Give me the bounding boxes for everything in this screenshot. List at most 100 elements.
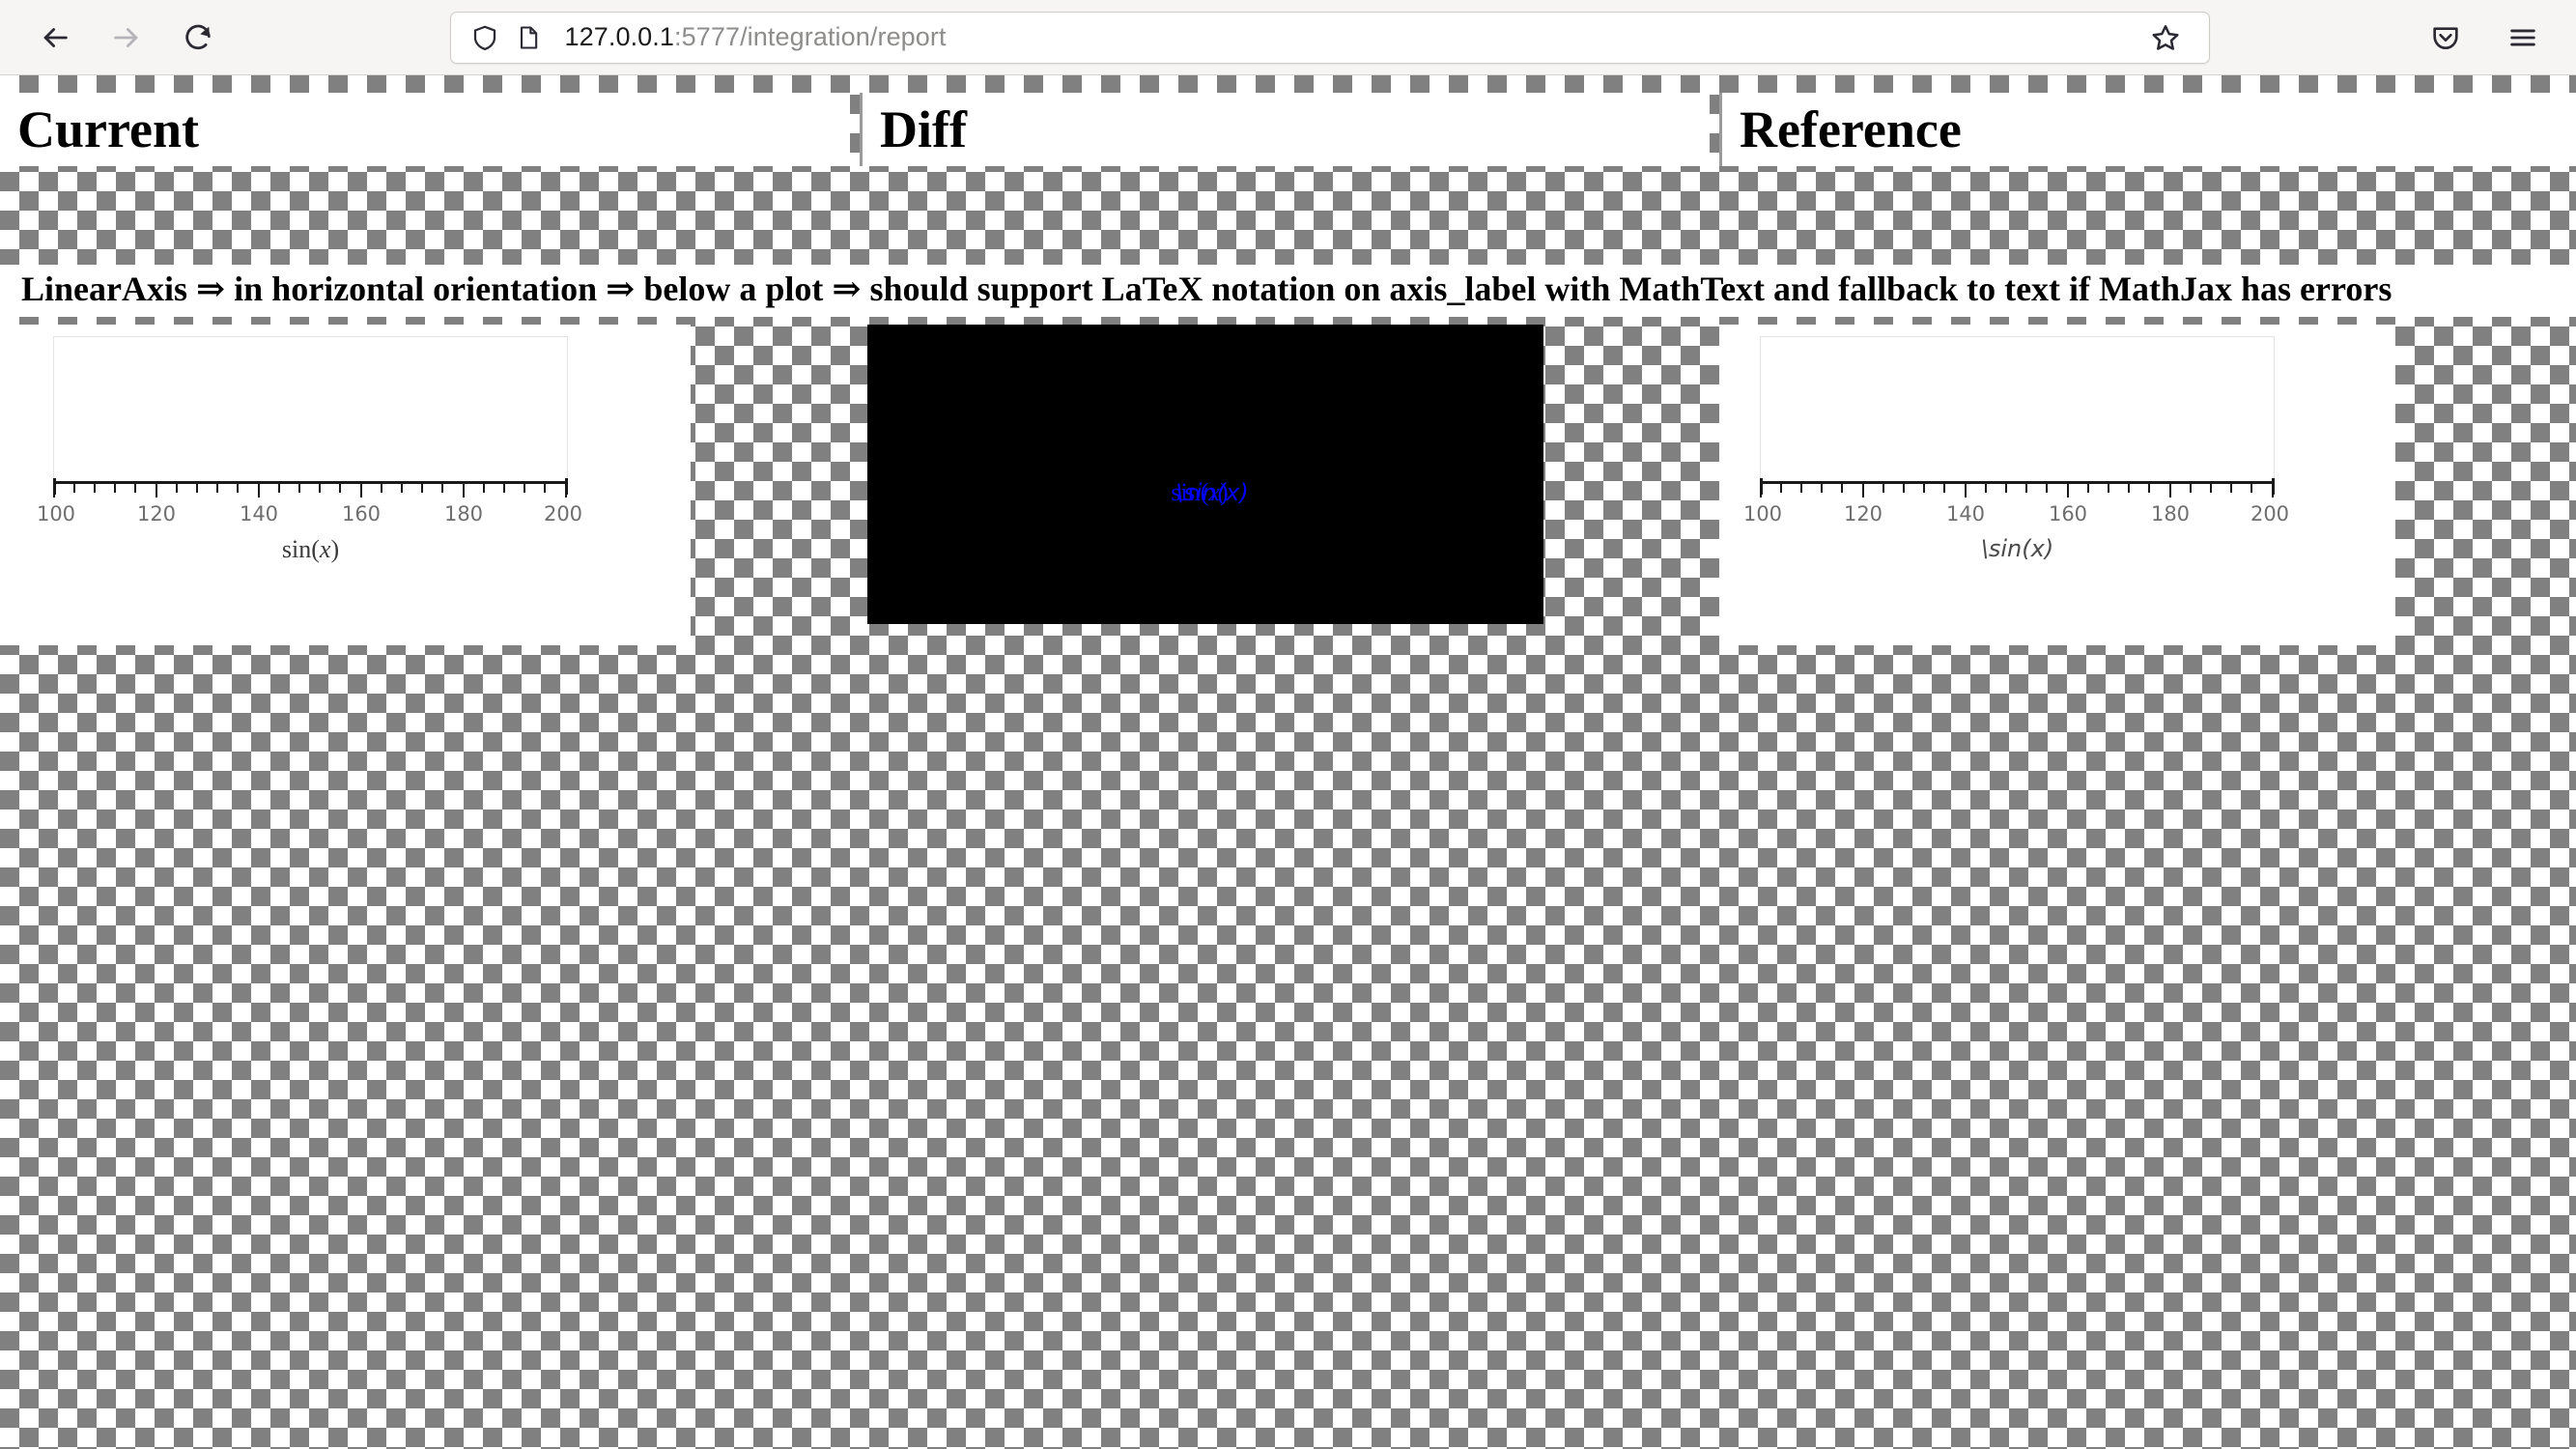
axis-tick-label: 200 [2250,502,2290,526]
axis-tick-major [2067,484,2069,497]
axis-tick-major [360,484,362,497]
column-header-diff-label: Diff [880,100,967,158]
axis-tick-minor [196,484,198,493]
axis-tick-minor [1903,484,1905,493]
plot-frame [53,336,568,481]
reload-icon [182,21,214,54]
reload-button[interactable] [168,8,228,68]
current-plot: 100 120 140 160 180 200 sin(x) [37,336,582,582]
report-page: Current Diff Reference LinearAxis ⇒ in h… [0,75,2576,1449]
axis-tick-minor [237,484,239,493]
diff-glyph-reference: \sin(x) [1175,479,1249,506]
axis-tick-minor [2128,484,2130,493]
column-header-current-label: Current [17,100,199,158]
axis-tick-minor [544,484,546,493]
axis-tick-minor [278,484,280,493]
axis-tick-minor [2190,484,2192,493]
hamburger-menu-icon [2506,21,2539,54]
bookmark-star-icon[interactable] [2143,15,2188,60]
axis-tick-minor [2148,484,2150,493]
axis-tick-major [2169,484,2171,497]
axis-tick-minor [2005,484,2007,493]
axis-tick-minor [1841,484,1843,493]
column-header-current: Current [0,93,850,166]
axis-tick-minor [2025,484,2027,493]
axis-tick-minor [524,484,525,493]
axis-tick-minor [339,484,341,493]
axis-tick-minor [2108,484,2109,493]
app-menu-button[interactable] [2493,8,2553,68]
axis-tick-major [156,484,157,497]
axis-tick-minor [176,484,178,493]
axis-tick-minor [503,484,505,493]
column-header-reference: Reference [1719,93,2576,166]
axis-tick-major [258,484,260,497]
axis-tick-label: 140 [239,502,279,526]
axis-tick-minor [1985,484,1987,493]
comparison-panels: 100 120 140 160 180 200 sin(x) sin(x) \s… [0,325,2576,645]
axis-tick-major [1760,484,1762,497]
axis-tick-end-right [2272,478,2275,495]
axis-tick-label: 120 [1843,502,1883,526]
axis-tick-minor [1821,484,1823,493]
axis-tick-label: 180 [2150,502,2191,526]
back-button[interactable] [25,8,85,68]
column-headers: Current Diff Reference [0,93,2576,166]
axis-tick-label: 100 [1742,502,1783,526]
axis-tick-label: 140 [1945,502,1986,526]
axis-tick-label: 120 [136,502,177,526]
forward-button[interactable] [97,8,156,68]
axis-tick-label: 160 [341,502,382,526]
x-axis-line [1760,481,2275,484]
axis-tick-minor [1923,484,1925,493]
url-host: 127.0.0.1 [564,22,675,51]
back-arrow-icon [39,21,71,54]
axis-tick-major [1862,484,1864,497]
axis-tick-label: 180 [443,502,484,526]
axis-tick-label: 100 [36,502,76,526]
axis-tick-minor [381,484,382,493]
axis-tick-minor [298,484,300,493]
diff-image[interactable]: sin(x) \sin(x) [867,325,1543,624]
axis-tick-minor [1780,484,1782,493]
pocket-button[interactable] [2416,8,2476,68]
axis-tick-minor [319,484,321,493]
column-header-diff: Diff [860,93,1710,166]
pocket-icon [2430,22,2461,53]
axis-tick-minor [1800,484,1802,493]
axis-tick-minor [2046,484,2048,493]
address-bar[interactable]: 127.0.0.1:5777/integration/report [449,11,2210,64]
axis-tick-label: 160 [2048,502,2088,526]
toolbar-right-group [2398,8,2576,68]
axis-tick-minor [401,484,403,493]
axis-tick-major [53,484,55,497]
url-text[interactable]: 127.0.0.1:5777/integration/report [565,22,2143,52]
panel-diff: sin(x) \sin(x) [867,325,1543,624]
axis-tick-minor [94,484,96,493]
axis-tick-minor [114,484,116,493]
axis-tick-minor [1943,484,1945,493]
x-axis-label: sin(x) [281,535,340,563]
axis-tick-minor [2250,484,2252,493]
shield-icon[interactable] [470,23,499,52]
reference-plot-card[interactable]: 100 120 140 160 180 200 \sin(x) [1719,325,2395,645]
test-description: LinearAxis ⇒ in horizontal orientation ⇒… [21,270,2392,308]
axis-tick-end-right [565,478,568,495]
current-plot-card[interactable]: 100 120 140 160 180 200 sin(x) [0,325,691,645]
axis-tick-major [463,484,465,497]
forward-arrow-icon [110,21,143,54]
axis-tick-major [1965,484,1967,497]
axis-tick-minor [73,484,75,493]
url-path: :5777/integration/report [674,22,947,51]
axis-tick-minor [2230,484,2232,493]
page-document-icon[interactable] [515,24,542,51]
url-bar-container: 127.0.0.1:5777/integration/report [228,11,2398,64]
panel-current: 100 120 140 160 180 200 sin(x) [0,325,691,645]
reference-plot: 100 120 140 160 180 200 \sin(x) [1743,336,2289,582]
diff-overlay: sin(x) \sin(x) [867,473,1543,512]
panel-reference: 100 120 140 160 180 200 \sin(x) [1719,325,2395,645]
axis-tick-label: 200 [543,502,583,526]
axis-tick-minor [483,484,485,493]
browser-toolbar: 127.0.0.1:5777/integration/report [0,0,2576,75]
x-axis-label: \sin(x) [1980,535,2054,562]
